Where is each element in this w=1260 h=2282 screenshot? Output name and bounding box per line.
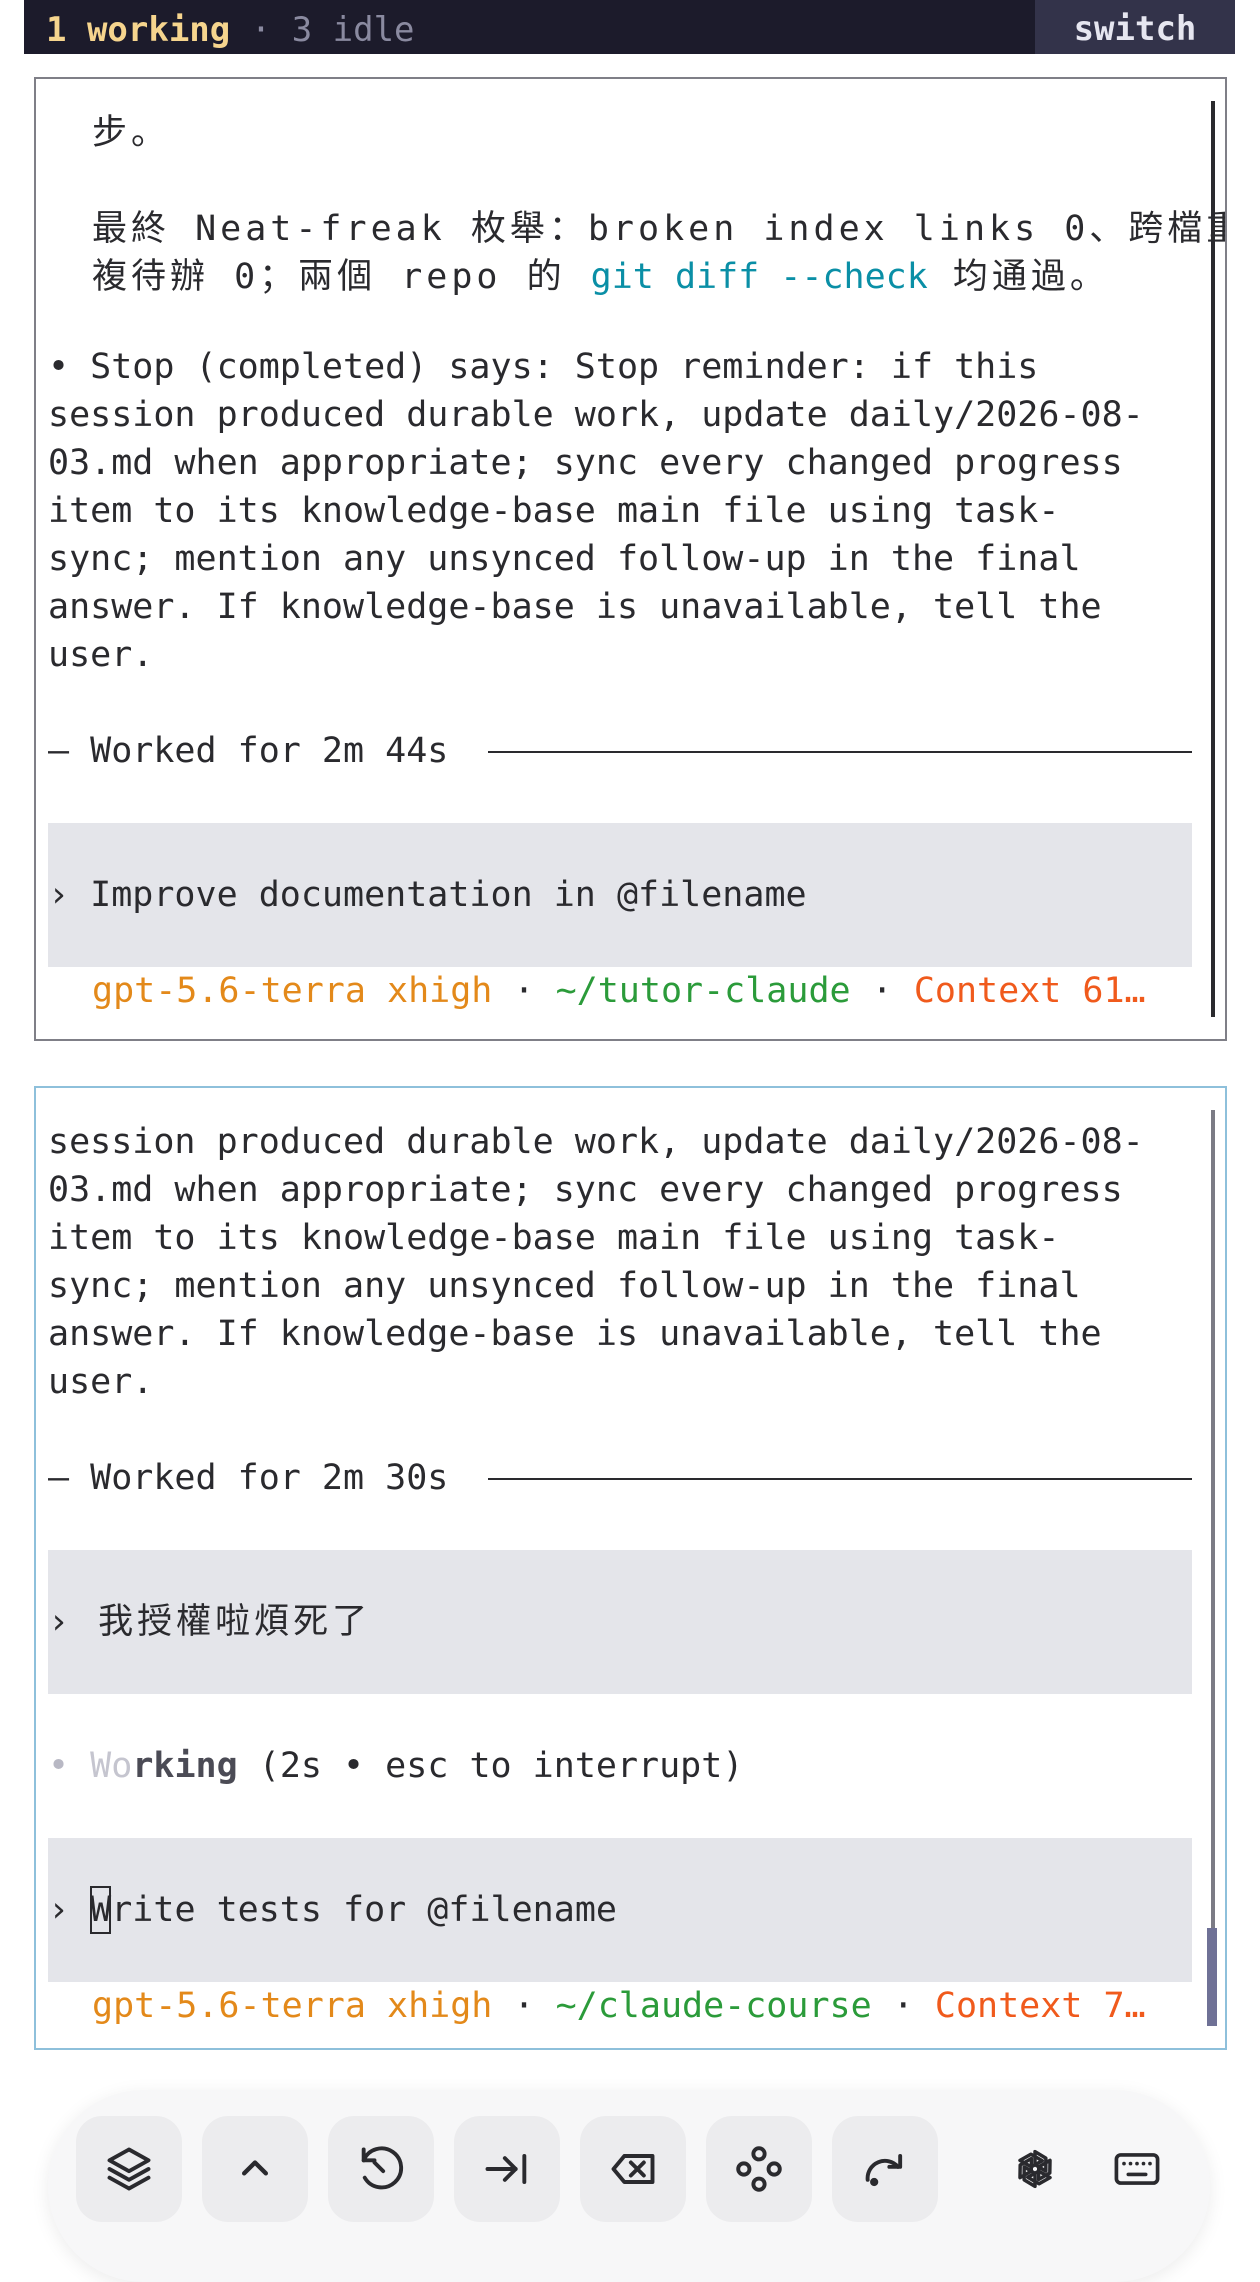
context-usage: Context 7… (934, 1986, 1146, 2026)
output-line: user. (48, 1362, 154, 1402)
working-hint: (2s • esc to interrupt) (237, 1746, 744, 1786)
footer-dot: · (492, 1986, 556, 2026)
output-line: 最終 Neat-freak 枚舉：broken index links 0、跨檔… (92, 209, 1227, 249)
footer-dot: · (492, 971, 556, 1011)
prompt-prefix: › (48, 1890, 91, 1930)
gamepad-button[interactable] (706, 2116, 812, 2222)
prompt-placeholder: rite tests for @filename (111, 1890, 617, 1930)
cwd-path: ~/tutor-claude (555, 971, 851, 1011)
divider (488, 1478, 1192, 1480)
output-line: item to its knowledge-base main file usi… (48, 491, 1060, 531)
working-indicator: • Working (2s • esc to interrupt) (48, 1742, 1208, 1790)
keyboard-icon (1114, 2153, 1160, 2185)
output-line: • Stop (completed) says: Stop reminder: … (48, 347, 1039, 387)
session-status: 1 working · 3 idle (46, 6, 415, 54)
backspace-icon (611, 2154, 655, 2184)
tab-button[interactable] (454, 2116, 560, 2222)
layers-icon (107, 2147, 151, 2191)
idle-count: 3 idle (291, 10, 415, 50)
output-line: 步。 (92, 113, 171, 153)
output-line: 03.md when appropriate; sync every chang… (48, 1170, 1123, 1210)
openai-button[interactable] (982, 2116, 1088, 2222)
prompt-text: › Improve documentation in @filename (48, 875, 807, 915)
divider (488, 751, 1192, 753)
cwd-path: ~/claude-course (555, 1986, 872, 2026)
scrollbar-thumb[interactable] (1207, 1928, 1217, 2026)
model-label: gpt-5.6-terra xhigh (92, 1986, 493, 2026)
output-line: sync; mention any unsynced follow-up in … (48, 1266, 1081, 1306)
text-cursor: W (90, 1886, 112, 1934)
backspace-button[interactable] (580, 2116, 686, 2222)
context-usage: Context 61… (913, 971, 1146, 1011)
prompt-text: › Write tests for @filename (48, 1886, 617, 1934)
redo-button[interactable] (832, 2116, 938, 2222)
output-line: session produced durable work, update da… (48, 1122, 1144, 1162)
history-icon (361, 2146, 404, 2190)
user-message: › 我授權啦煩死了 (48, 1550, 1192, 1694)
working-label: rking (132, 1746, 238, 1786)
model-label: gpt-5.6-terra xhigh (92, 971, 493, 1011)
footer-dot: · (850, 971, 914, 1011)
output-line: session produced durable work, update da… (48, 395, 1144, 435)
output-line: answer. If knowledge-base is unavailable… (48, 1314, 1102, 1354)
output-line: user. (48, 635, 154, 675)
redo-icon (865, 2154, 903, 2187)
session-status-bar: 1 working · 3 idle switch (24, 0, 1235, 54)
scroll-up-button[interactable] (202, 2116, 308, 2222)
output-text: 均通過。 (927, 257, 1109, 297)
status-footer: gpt-5.6-terra xhigh · ~/tutor-claude · C… (92, 967, 1146, 1015)
keyboard-button[interactable] (1084, 2116, 1190, 2222)
gamepad-icon (736, 2146, 782, 2192)
history-button[interactable] (328, 2116, 434, 2222)
status-separator: · (250, 10, 272, 50)
output-line: 03.md when appropriate; sync every chang… (48, 443, 1123, 483)
terminal-pane-2[interactable]: session produced durable work, update da… (34, 1086, 1227, 2050)
output-line: 複待辦 0；兩個 repo 的 git diff --check 均通過。 (92, 253, 1225, 301)
layers-button[interactable] (76, 2116, 182, 2222)
worked-duration: — Worked for 2m 30s (48, 1458, 449, 1498)
status-footer: gpt-5.6-terra xhigh · ~/claude-course · … (92, 1982, 1146, 2030)
chevron-up-icon (242, 2160, 268, 2176)
output-line: sync; mention any unsynced follow-up in … (48, 539, 1081, 579)
working-label-fade: Wo (90, 1746, 133, 1786)
footer-dot: · (871, 1986, 935, 2026)
bottom-toolbar (48, 2090, 1210, 2282)
spinner-bullet: • (48, 1746, 70, 1786)
tab-icon (485, 2154, 527, 2184)
switch-button[interactable]: switch (1035, 0, 1235, 54)
user-message-text: › 我授權啦煩死了 (48, 1602, 372, 1642)
scrollbar[interactable] (1211, 1110, 1215, 2026)
working-count: 1 working (46, 10, 231, 50)
terminal-pane-1[interactable]: 步。 最終 Neat-freak 枚舉：broken index links 0… (34, 77, 1227, 1041)
prompt-input[interactable]: › Write tests for @filename (48, 1838, 1192, 1982)
worked-duration: — Worked for 2m 44s (48, 731, 449, 771)
code-span: git diff --check (590, 257, 928, 297)
output-line: answer. If knowledge-base is unavailable… (48, 587, 1102, 627)
openai-icon (1018, 2149, 1052, 2189)
prompt-input[interactable]: › Improve documentation in @filename (48, 823, 1192, 967)
output-line: item to its knowledge-base main file usi… (48, 1218, 1060, 1258)
output-text: 複待辦 0；兩個 repo 的 (92, 257, 591, 297)
